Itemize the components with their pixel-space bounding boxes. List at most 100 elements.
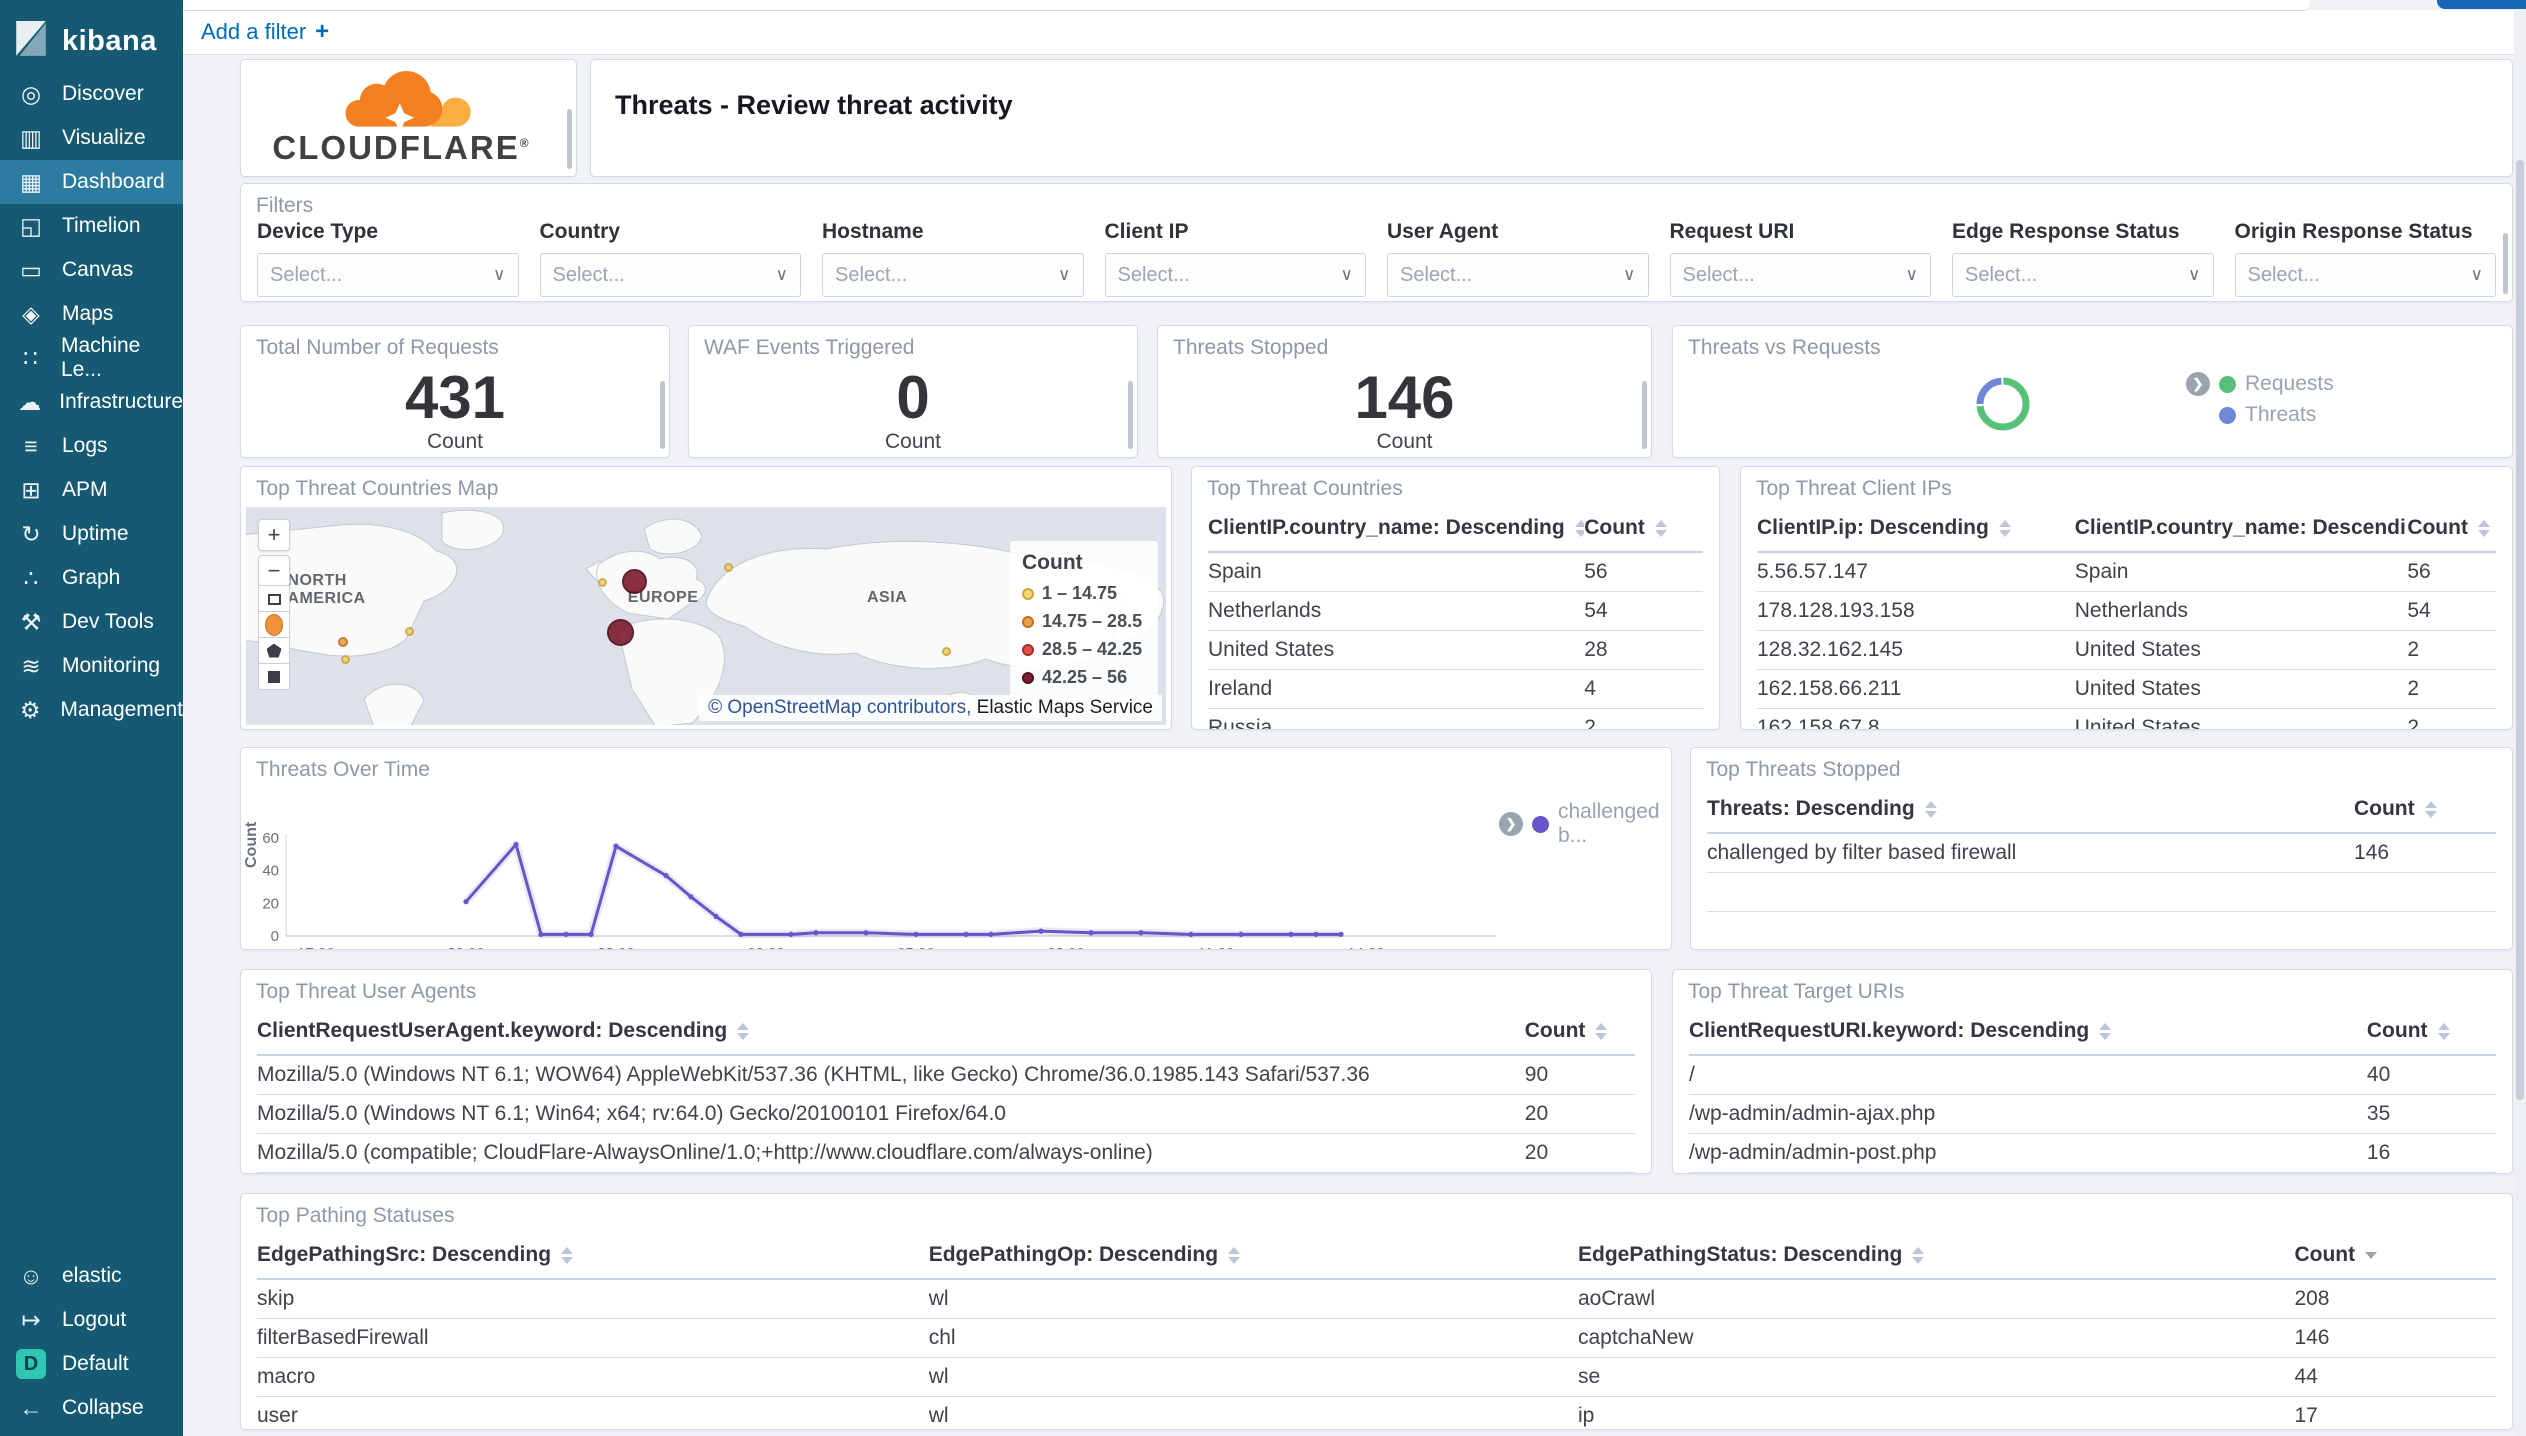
- ellipse-tool-button[interactable]: [258, 611, 290, 638]
- svg-text:02:00: 02:00: [747, 945, 785, 950]
- sidebar-item-management[interactable]: ⚙ Management: [0, 688, 183, 732]
- add-filter-link[interactable]: Add a filter: [201, 19, 306, 45]
- column-header[interactable]: ClientIP.country_name: Descending: [2074, 507, 2408, 553]
- scrollbar-thumb[interactable]: [2503, 233, 2508, 294]
- table-row: Russia 2: [1208, 708, 1703, 729]
- country-select[interactable]: Select... ∨: [539, 253, 801, 297]
- map-bubble-united-kingdom[interactable]: [597, 577, 607, 587]
- map-legend-item: 42.25 – 56: [1022, 667, 1148, 688]
- sidebar-item-default[interactable]: D Default: [0, 1342, 183, 1386]
- canvas-icon: ▭: [20, 256, 42, 283]
- sidebar-item-discover[interactable]: ◎ Discover: [0, 72, 183, 116]
- column-header[interactable]: EdgePathingSrc: Descending: [257, 1234, 929, 1280]
- user-agent-select[interactable]: Select... ∨: [1387, 253, 1649, 297]
- sidebar-item-visualize[interactable]: ▥ Visualize: [0, 116, 183, 160]
- column-header[interactable]: ClientRequestURI.keyword: Descending: [1689, 1010, 2367, 1056]
- map-bubble-united-states-south-1[interactable]: [337, 636, 348, 647]
- sidebar-item-graph[interactable]: ∴ Graph: [0, 556, 183, 600]
- legend-label[interactable]: Threats: [2245, 403, 2316, 427]
- scrollbar-thumb[interactable]: [660, 381, 665, 450]
- svg-text:05:00: 05:00: [897, 945, 935, 950]
- map-bubble-china[interactable]: [941, 647, 951, 657]
- legend-toggle-icon[interactable]: ❯: [1499, 812, 1523, 836]
- sidebar-item-dev-tools[interactable]: ⚒ Dev Tools: [0, 600, 183, 644]
- empty-table-row: [1707, 911, 2496, 949]
- sidebar-item-label: Collapse: [62, 1396, 144, 1419]
- update-button-fragment[interactable]: [2437, 0, 2526, 9]
- panel-title: Threats Stopped: [1173, 336, 1329, 359]
- legend-label[interactable]: challenged b...: [1558, 800, 1671, 848]
- sidebar-item-elastic[interactable]: ☺ elastic: [0, 1254, 183, 1298]
- rectangle-tool-button[interactable]: [258, 663, 290, 690]
- map-bubble-united-states-south-2[interactable]: [340, 655, 350, 665]
- column-header[interactable]: ClientRequestUserAgent.keyword: Descendi…: [257, 1010, 1525, 1056]
- column-header[interactable]: Count: [2353, 788, 2496, 834]
- column-header[interactable]: Count: [2366, 1010, 2496, 1056]
- add-filter-bar: Add a filter +: [183, 10, 2526, 55]
- openstreetmap-link[interactable]: © OpenStreetMap contributors,: [708, 697, 971, 718]
- column-header[interactable]: ClientIP.ip: Descending: [1757, 507, 2075, 553]
- page-scrollbar-track[interactable]: [2514, 0, 2526, 1436]
- scrollbar-thumb[interactable]: [567, 108, 572, 170]
- zoom-out-button[interactable]: −: [258, 555, 290, 587]
- sidebar-item-maps[interactable]: ◈ Maps: [0, 292, 183, 336]
- sidebar-item-uptime[interactable]: ↻ Uptime: [0, 512, 183, 556]
- edge-response-status-select[interactable]: Select... ∨: [1952, 253, 2214, 297]
- sidebar-item-logout[interactable]: ↦ Logout: [0, 1298, 183, 1342]
- table-cell: 128.32.162.145: [1757, 630, 2075, 670]
- sidebar-item-collapse[interactable]: ← Collapse: [0, 1386, 183, 1430]
- sidebar-item-machine-le[interactable]: ∷ Machine Le...: [0, 334, 183, 381]
- page-scrollbar-thumb[interactable]: [2516, 160, 2524, 1100]
- filter-origin-response-status: Origin Response Status Select... ∨: [2234, 220, 2496, 297]
- legend-toggle-icon[interactable]: ❯: [2186, 372, 2210, 396]
- map-bubble-netherlands[interactable]: [621, 568, 647, 594]
- query-bar-bottom-edge: [183, 0, 2310, 11]
- svg-text:60: 60: [262, 830, 279, 847]
- sort-icon: [1228, 1246, 1241, 1264]
- sidebar-item-dashboard[interactable]: ▦ Dashboard: [0, 160, 183, 204]
- chevron-down-icon: ∨: [1340, 265, 1353, 284]
- column-header[interactable]: ClientIP.country_name: Descending: [1208, 507, 1585, 553]
- chevron-down-icon: ∨: [2470, 265, 2483, 284]
- column-header[interactable]: Count: [2407, 507, 2496, 553]
- table-cell: 17: [2294, 1396, 2496, 1429]
- column-header[interactable]: Threats: Descending: [1707, 788, 2354, 834]
- metric-value: 431: [404, 364, 506, 431]
- request-uri-select[interactable]: Select... ∨: [1669, 253, 1931, 297]
- sidebar-item-timelion[interactable]: ◱ Timelion: [0, 204, 183, 248]
- collapse-icon: ←: [19, 1394, 43, 1421]
- column-header[interactable]: EdgePathingOp: Descending: [928, 1234, 1578, 1280]
- table-cell: 56: [1584, 552, 1703, 592]
- sidebar-item-monitoring[interactable]: ≋ Monitoring: [0, 644, 183, 688]
- table-cell: skip: [257, 1279, 929, 1319]
- scrollbar-thumb[interactable]: [1128, 381, 1133, 450]
- filter-request-uri: Request URI Select... ∨: [1669, 220, 1931, 297]
- sidebar-item-label: Infrastructure: [59, 390, 183, 413]
- world-map[interactable]: + − NORTH AMERICA EUROPE ASIA Count 1 – 14…: [246, 507, 1166, 725]
- sidebar-item-logs[interactable]: ≡ Logs: [0, 424, 183, 468]
- table-cell: /wp-admin/admin-ajax.php?action=update-z…: [1689, 1172, 2367, 1173]
- plus-icon[interactable]: +: [315, 18, 329, 46]
- product-name: kibana: [62, 25, 157, 57]
- sidebar-item-infrastructure[interactable]: ☁ Infrastructure: [0, 380, 183, 424]
- legend-label[interactable]: Requests: [2245, 372, 2334, 396]
- kibana-logo-row[interactable]: kibana: [0, 0, 183, 77]
- table-cell: 5.56.57.147: [1757, 552, 2075, 592]
- sidebar-item-label: Maps: [62, 302, 114, 325]
- hostname-select[interactable]: Select... ∨: [822, 253, 1084, 297]
- column-header[interactable]: EdgePathingStatus: Descending: [1577, 1234, 2295, 1280]
- zoom-in-button[interactable]: +: [258, 519, 290, 551]
- device-type-select[interactable]: Select... ∨: [257, 253, 519, 297]
- sidebar-item-apm[interactable]: ⊞ APM: [0, 468, 183, 512]
- scrollbar-thumb[interactable]: [1642, 381, 1647, 450]
- column-header[interactable]: Count: [1584, 507, 1703, 553]
- sort-icon: [2424, 800, 2437, 818]
- column-header[interactable]: Count: [2294, 1234, 2496, 1280]
- panel-title: WAF Events Triggered: [704, 336, 915, 359]
- sidebar-item-canvas[interactable]: ▭ Canvas: [0, 248, 183, 292]
- polygon-tool-button[interactable]: [258, 637, 290, 664]
- origin-response-status-select[interactable]: Select... ∨: [2234, 253, 2496, 297]
- crop-tool-button[interactable]: [258, 585, 290, 612]
- column-header[interactable]: Count: [1524, 1010, 1635, 1056]
- client-ip-select[interactable]: Select... ∨: [1104, 253, 1366, 297]
